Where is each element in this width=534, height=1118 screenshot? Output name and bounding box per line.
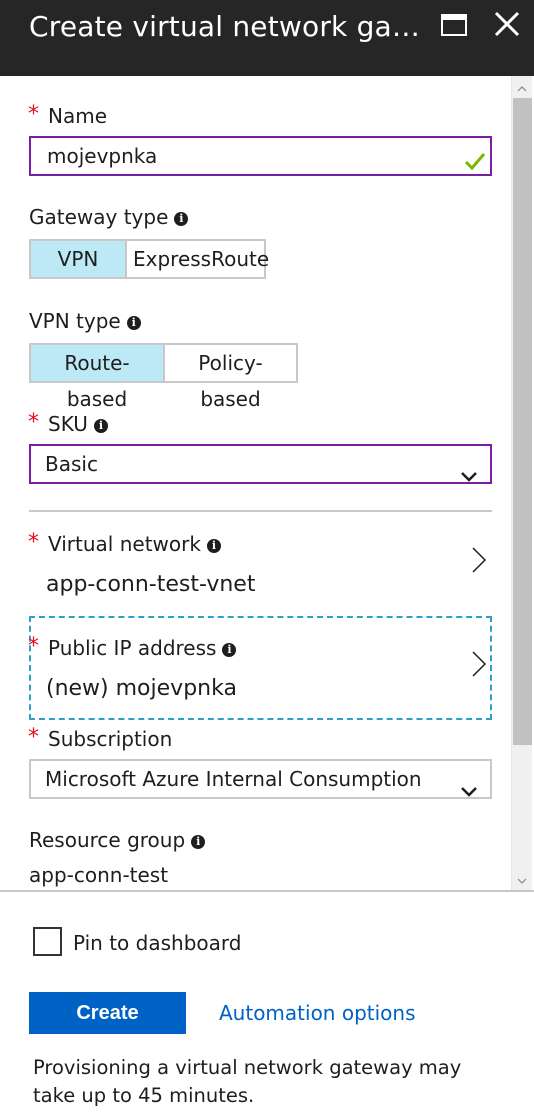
required-marker: *: [28, 102, 39, 127]
sku-value: Basic: [45, 452, 98, 476]
public-ip-picker[interactable]: * Public IP address i (new) mojevpnka: [28, 616, 492, 720]
chevron-right-icon: [471, 650, 487, 678]
vpn-type-policy-based[interactable]: Policy-based: [165, 343, 298, 411]
sku-select[interactable]: Basic: [29, 444, 492, 484]
provisioning-note: Provisioning a virtual network gateway m…: [33, 1056, 462, 1107]
required-marker: *: [28, 725, 39, 750]
info-icon[interactable]: i: [222, 643, 237, 657]
create-gateway-blade: Create virtual network gatew... * Name m…: [0, 0, 534, 1118]
form-scroll-area: * Name mojevpnka Gateway type i VPN Expre…: [0, 76, 534, 890]
info-icon[interactable]: i: [191, 835, 206, 849]
public-ip-value: (new) mojevpnka: [46, 676, 237, 701]
virtual-network-label: Virtual network i: [48, 532, 221, 556]
blade-header: Create virtual network gatew...: [0, 0, 534, 76]
pin-to-dashboard-checkbox[interactable]: [33, 927, 62, 956]
info-icon[interactable]: i: [174, 212, 189, 226]
sku-label: SKU i: [48, 412, 108, 436]
chevron-down-icon: [460, 458, 478, 482]
name-input[interactable]: mojevpnka: [29, 136, 492, 176]
scroll-down-icon[interactable]: [516, 872, 528, 884]
maximize-icon[interactable]: [441, 14, 467, 36]
gateway-type-expressroute[interactable]: ExpressRoute: [127, 239, 269, 279]
info-icon[interactable]: i: [93, 419, 108, 433]
gateway-type-vpn[interactable]: VPN: [29, 239, 127, 279]
chevron-right-icon: [471, 546, 487, 574]
gateway-type-label: Gateway type i: [29, 205, 189, 229]
info-icon[interactable]: i: [126, 316, 141, 330]
required-marker: *: [28, 410, 39, 435]
footer-divider: [0, 890, 534, 892]
vpn-type-route-based[interactable]: Route-based: [29, 343, 165, 411]
virtual-network-picker[interactable]: * Virtual network i app-conn-test-vnet: [28, 512, 492, 616]
resource-group-label: Resource group i: [29, 828, 206, 852]
name-label: Name: [48, 104, 108, 128]
automation-options-link[interactable]: Automation options: [219, 1001, 416, 1025]
subscription-label: Subscription: [48, 727, 173, 751]
gateway-type-selector: VPN ExpressRoute: [29, 239, 269, 279]
required-marker: *: [28, 634, 39, 659]
resource-group-value: app-conn-test: [29, 863, 169, 887]
subscription-select[interactable]: Microsoft Azure Internal Consumption: [29, 759, 492, 799]
subscription-value: Microsoft Azure Internal Consumption: [45, 767, 422, 791]
virtual-network-value: app-conn-test-vnet: [46, 572, 256, 597]
info-icon[interactable]: i: [206, 539, 221, 553]
close-icon[interactable]: [493, 10, 521, 38]
blade-title: Create virtual network gatew...: [29, 10, 429, 43]
scroll-up-icon[interactable]: [516, 80, 528, 92]
public-ip-label: Public IP address i: [48, 636, 237, 660]
chevron-down-icon: [460, 773, 478, 797]
scrollbar-thumb[interactable]: [513, 98, 532, 745]
scrollbar[interactable]: [511, 76, 532, 890]
name-value: mojevpnka: [47, 144, 158, 168]
required-marker: *: [28, 530, 39, 555]
check-icon: [464, 146, 486, 171]
pin-to-dashboard-label: Pin to dashboard: [73, 931, 242, 955]
vpn-type-label: VPN type i: [29, 309, 141, 333]
create-button[interactable]: Create: [29, 992, 186, 1034]
vpn-type-selector: Route-based Policy-based: [29, 343, 298, 411]
